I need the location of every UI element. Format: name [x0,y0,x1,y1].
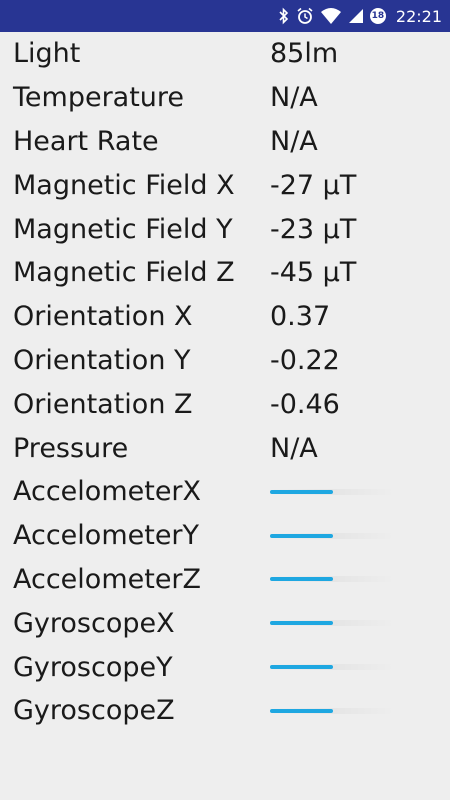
level-bar-fill [270,665,333,670]
level-bar [270,488,395,495]
sensor-value: -23 µT [270,213,357,245]
sensor-value: -27 µT [270,169,357,201]
sensor-label: Orientation X [13,301,193,333]
level-bar-fill [270,708,333,713]
sensor-row-gyroscope-y: GyroscopeY [0,645,450,689]
level-bar [270,707,395,714]
sensor-value: -0.22 [270,344,340,376]
battery-icon: 18 [369,8,386,24]
sensor-label: Magnetic Field Z [13,257,235,289]
sensor-label: Orientation Z [13,388,193,420]
sensor-label: Orientation Y [13,344,191,376]
sensor-row-accelometer-z: AccelometerZ [0,558,450,602]
sensor-row-magnetic-x: Magnetic Field X -27 µT [0,163,450,207]
sensor-label: AccelometerX [13,476,202,508]
sensor-label: AccelometerY [13,520,200,552]
battery-level-badge: 18 [369,8,386,24]
sensor-row-accelometer-x: AccelometerX [0,470,450,514]
signal-icon [348,8,364,24]
sensor-label: AccelometerZ [13,563,202,595]
sensor-value: 0.37 [270,301,331,333]
level-bar-fill [270,621,333,626]
sensor-row-gyroscope-z: GyroscopeZ [0,689,450,733]
sensor-row-orientation-y: Orientation Y -0.22 [0,339,450,383]
sensor-row-orientation-x: Orientation X 0.37 [0,295,450,339]
sensor-row-orientation-z: Orientation Z -0.46 [0,382,450,426]
wifi-icon [320,7,342,25]
sensor-row-accelometer-y: AccelometerY [0,514,450,558]
sensor-label: GyroscopeX [13,607,175,639]
sensor-label: Pressure [13,432,129,464]
sensor-row-magnetic-y: Magnetic Field Y -23 µT [0,207,450,251]
status-bar: 18 22:21 [0,0,450,32]
level-bar [270,664,395,671]
sensor-label: Magnetic Field X [13,169,235,201]
sensor-row-gyroscope-x: GyroscopeX [0,601,450,645]
sensor-label: Magnetic Field Y [13,213,233,245]
level-bar [270,576,395,583]
sensor-label: Light [13,38,81,70]
level-bar-fill [270,489,333,494]
level-bar [270,532,395,539]
sensor-label: GyroscopeY [13,651,173,683]
alarm-icon [296,7,314,25]
sensor-value: N/A [270,432,318,464]
level-bar-fill [270,577,333,582]
sensor-label: GyroscopeZ [13,695,175,727]
sensor-value: N/A [270,125,318,157]
sensor-row-pressure: Pressure N/A [0,426,450,470]
sensor-value: 85lm [270,38,339,70]
level-bar [270,620,395,627]
sensor-value: -0.46 [270,388,340,420]
sensor-label: Heart Rate [13,125,159,157]
sensor-row-magnetic-z: Magnetic Field Z -45 µT [0,251,450,295]
sensor-row-heart-rate: Heart Rate N/A [0,120,450,164]
bluetooth-icon [278,7,290,25]
sensor-value: N/A [270,82,318,114]
sensor-value: -45 µT [270,257,357,289]
sensor-label: Temperature [13,82,185,114]
status-time: 22:21 [395,6,442,26]
sensor-list: Light 85lm Temperature N/A Heart Rate N/… [0,32,450,733]
sensor-row-temperature: Temperature N/A [0,76,450,120]
level-bar-fill [270,533,333,538]
sensor-row-light: Light 85lm [0,32,450,76]
